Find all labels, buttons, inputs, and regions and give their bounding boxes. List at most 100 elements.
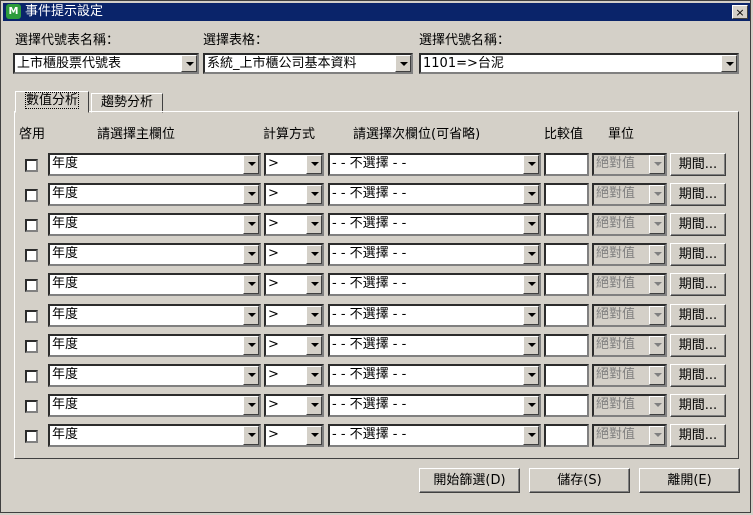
chevron-down-icon[interactable] bbox=[243, 366, 259, 385]
period-button[interactable]: 期間... bbox=[670, 273, 726, 296]
main-field-select[interactable]: 年度 bbox=[48, 334, 261, 357]
enable-checkbox[interactable] bbox=[25, 159, 38, 172]
sub-field-select[interactable]: - - 不選擇 - - bbox=[328, 243, 541, 266]
chevron-down-icon[interactable] bbox=[523, 396, 539, 415]
sub-field-select[interactable]: - - 不選擇 - - bbox=[328, 153, 541, 176]
calc-select[interactable]: > bbox=[264, 304, 324, 327]
tab-numeric-analysis[interactable]: 數值分析 bbox=[15, 91, 89, 113]
main-field-select[interactable]: 年度 bbox=[48, 304, 261, 327]
enable-checkbox[interactable] bbox=[25, 219, 38, 232]
calc-select[interactable]: > bbox=[264, 334, 324, 357]
period-button[interactable]: 期間... bbox=[670, 153, 726, 176]
enable-checkbox[interactable] bbox=[25, 370, 38, 383]
enable-checkbox[interactable] bbox=[25, 400, 38, 413]
chevron-down-icon[interactable] bbox=[306, 245, 322, 264]
period-button[interactable]: 期間... bbox=[670, 304, 726, 327]
compare-value-input[interactable] bbox=[544, 183, 589, 206]
chevron-down-icon[interactable] bbox=[523, 306, 539, 325]
calc-select[interactable]: > bbox=[264, 243, 324, 266]
enable-checkbox[interactable] bbox=[25, 189, 38, 202]
chevron-down-icon[interactable] bbox=[523, 215, 539, 234]
main-field-select[interactable]: 年度 bbox=[48, 424, 261, 447]
chevron-down-icon[interactable] bbox=[306, 336, 322, 355]
chevron-down-icon[interactable] bbox=[523, 155, 539, 174]
chevron-down-icon[interactable] bbox=[243, 306, 259, 325]
compare-value-input[interactable] bbox=[544, 213, 589, 236]
chevron-down-icon[interactable] bbox=[306, 185, 322, 204]
calc-select[interactable]: > bbox=[264, 213, 324, 236]
chevron-down-icon[interactable] bbox=[243, 336, 259, 355]
chevron-down-icon[interactable] bbox=[306, 155, 322, 174]
compare-value-input[interactable] bbox=[544, 394, 589, 417]
chevron-down-icon[interactable] bbox=[523, 336, 539, 355]
period-button[interactable]: 期間... bbox=[670, 183, 726, 206]
main-field-select[interactable]: 年度 bbox=[48, 153, 261, 176]
main-field-select[interactable]: 年度 bbox=[48, 273, 261, 296]
code-table-select[interactable]: 上市櫃股票代號表 bbox=[13, 53, 199, 74]
chevron-down-icon[interactable] bbox=[523, 185, 539, 204]
chevron-down-icon[interactable] bbox=[243, 245, 259, 264]
period-button[interactable]: 期間... bbox=[670, 334, 726, 357]
period-button[interactable]: 期間... bbox=[670, 424, 726, 447]
chevron-down-icon[interactable] bbox=[523, 275, 539, 294]
start-filter-button[interactable]: 開始篩選(D) bbox=[419, 468, 520, 493]
compare-value-input[interactable] bbox=[544, 243, 589, 266]
calc-select[interactable]: > bbox=[264, 153, 324, 176]
main-field-select[interactable]: 年度 bbox=[48, 213, 261, 236]
sub-field-select[interactable]: - - 不選擇 - - bbox=[328, 273, 541, 296]
code-name-select[interactable]: 1101=>台泥 bbox=[419, 53, 739, 74]
compare-value-input[interactable] bbox=[544, 304, 589, 327]
enable-checkbox[interactable] bbox=[25, 430, 38, 443]
compare-value-input[interactable] bbox=[544, 334, 589, 357]
chevron-down-icon[interactable] bbox=[306, 275, 322, 294]
sub-field-select[interactable]: - - 不選擇 - - bbox=[328, 334, 541, 357]
table-select[interactable]: 系統_上市櫃公司基本資料 bbox=[203, 53, 413, 74]
main-field-select[interactable]: 年度 bbox=[48, 364, 261, 387]
chevron-down-icon[interactable] bbox=[243, 426, 259, 445]
calc-select[interactable]: > bbox=[264, 364, 324, 387]
sub-field-select[interactable]: - - 不選擇 - - bbox=[328, 394, 541, 417]
compare-value-input[interactable] bbox=[544, 153, 589, 176]
chevron-down-icon[interactable] bbox=[243, 396, 259, 415]
period-button[interactable]: 期間... bbox=[670, 213, 726, 236]
main-field-select[interactable]: 年度 bbox=[48, 243, 261, 266]
chevron-down-icon[interactable] bbox=[306, 215, 322, 234]
period-button[interactable]: 期間... bbox=[670, 243, 726, 266]
close-button[interactable]: × bbox=[732, 5, 748, 19]
sub-field-select[interactable]: - - 不選擇 - - bbox=[328, 364, 541, 387]
sub-field-select[interactable]: - - 不選擇 - - bbox=[328, 424, 541, 447]
enable-checkbox[interactable] bbox=[25, 340, 38, 353]
chevron-down-icon[interactable] bbox=[243, 215, 259, 234]
tab-trend-analysis[interactable]: 趨勢分析 bbox=[91, 93, 163, 113]
calc-select[interactable]: > bbox=[264, 424, 324, 447]
main-field-select[interactable]: 年度 bbox=[48, 394, 261, 417]
chevron-down-icon[interactable] bbox=[395, 55, 411, 72]
chevron-down-icon[interactable] bbox=[181, 55, 197, 72]
chevron-down-icon[interactable] bbox=[523, 426, 539, 445]
calc-select[interactable]: > bbox=[264, 273, 324, 296]
compare-value-input[interactable] bbox=[544, 364, 589, 387]
chevron-down-icon[interactable] bbox=[243, 155, 259, 174]
chevron-down-icon[interactable] bbox=[243, 275, 259, 294]
sub-field-select[interactable]: - - 不選擇 - - bbox=[328, 183, 541, 206]
enable-checkbox[interactable] bbox=[25, 279, 38, 292]
chevron-down-icon[interactable] bbox=[523, 245, 539, 264]
compare-value-input[interactable] bbox=[544, 273, 589, 296]
chevron-down-icon[interactable] bbox=[306, 426, 322, 445]
main-field-select[interactable]: 年度 bbox=[48, 183, 261, 206]
chevron-down-icon[interactable] bbox=[243, 185, 259, 204]
chevron-down-icon[interactable] bbox=[306, 306, 322, 325]
compare-value-input[interactable] bbox=[544, 424, 589, 447]
enable-checkbox[interactable] bbox=[25, 310, 38, 323]
calc-select[interactable]: > bbox=[264, 183, 324, 206]
exit-button[interactable]: 離開(E) bbox=[639, 468, 740, 493]
sub-field-select[interactable]: - - 不選擇 - - bbox=[328, 213, 541, 236]
save-button[interactable]: 儲存(S) bbox=[529, 468, 630, 493]
period-button[interactable]: 期間... bbox=[670, 364, 726, 387]
chevron-down-icon[interactable] bbox=[721, 55, 737, 72]
calc-select[interactable]: > bbox=[264, 394, 324, 417]
sub-field-select[interactable]: - - 不選擇 - - bbox=[328, 304, 541, 327]
chevron-down-icon[interactable] bbox=[306, 366, 322, 385]
period-button[interactable]: 期間... bbox=[670, 394, 726, 417]
chevron-down-icon[interactable] bbox=[306, 396, 322, 415]
